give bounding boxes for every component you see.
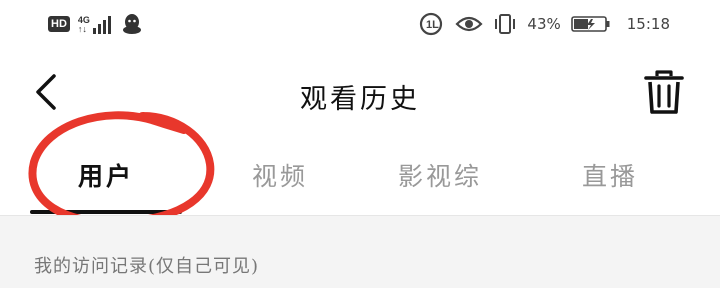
active-tab-indicator	[30, 210, 182, 214]
title-bar: 观看历史	[0, 60, 720, 130]
page-title: 观看历史	[300, 84, 420, 115]
hd-badge: HD	[48, 16, 70, 32]
battery-percent: 43%	[527, 15, 561, 33]
section-label: 我的访问记录(仅自己可见)	[34, 256, 260, 277]
tab-users-label: 用户	[77, 162, 134, 191]
clock: 15:18	[626, 15, 670, 33]
qq-icon	[122, 14, 141, 34]
status-bar: HD 4G ↑↓ 1L 43% 15:18	[0, 0, 720, 50]
status-right: 1L 43% 15:18	[419, 12, 670, 36]
delete-history-button[interactable]	[642, 68, 686, 118]
trash-icon	[644, 70, 684, 114]
battery-icon	[570, 16, 610, 32]
tab-film-tv-label: 影视综	[397, 162, 482, 191]
tab-users[interactable]: 用户	[30, 158, 182, 208]
signal-bars-icon	[92, 16, 111, 34]
history-content: 我的访问记录(仅自己可见)	[0, 215, 720, 288]
tab-live[interactable]: 直播	[540, 158, 680, 208]
tab-videos[interactable]: 视频	[210, 158, 350, 208]
nfc-icon: 1L	[420, 12, 443, 36]
vibrate-icon	[495, 14, 516, 34]
tab-film-tv[interactable]: 影视综	[370, 158, 510, 208]
eye-icon	[455, 16, 483, 32]
tab-bar: 用户 视频 影视综 直播	[0, 150, 720, 214]
tab-videos-label: 视频	[251, 162, 308, 191]
network-activity-label: ↑↓	[77, 24, 87, 34]
status-left: HD 4G ↑↓	[48, 12, 142, 36]
tab-live-label: 直播	[581, 162, 638, 191]
svg-text:1L: 1L	[426, 19, 439, 31]
signal-icon: 4G ↑↓	[78, 14, 114, 34]
